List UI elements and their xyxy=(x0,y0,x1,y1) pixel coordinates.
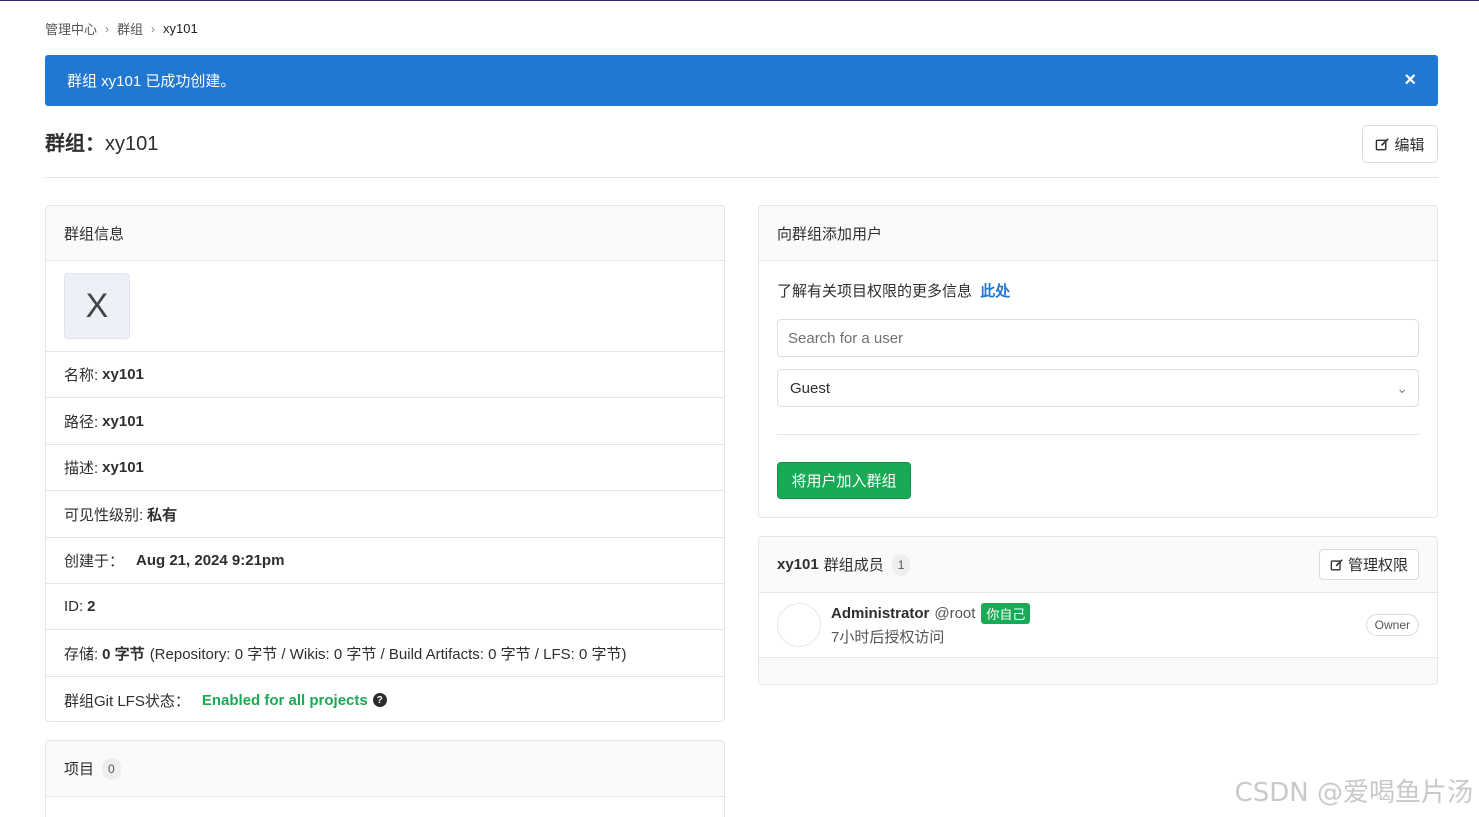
members-footer xyxy=(759,658,1437,684)
permissions-info-link[interactable]: 此处 xyxy=(980,283,1010,300)
edit-icon xyxy=(1330,558,1343,570)
manage-permissions-button[interactable]: 管理权限 xyxy=(1318,549,1419,580)
self-badge: 你自己 xyxy=(981,603,1031,624)
close-icon[interactable]: × xyxy=(1404,69,1416,92)
member-info: Administrator @root 你自己 7小时后授权访问 xyxy=(831,603,1031,647)
form-divider xyxy=(777,434,1419,435)
role-select[interactable]: Guest ⌄ xyxy=(777,369,1419,407)
members-header: xy101 群组成员 1 管理权限 xyxy=(759,537,1437,593)
description-value: xy101 xyxy=(102,459,144,476)
storage-label: 存储: xyxy=(64,645,99,663)
breadcrumb: 管理中心 › 群组 › xy101 xyxy=(45,19,198,38)
user-search-placeholder: Search for a user xyxy=(788,329,904,347)
info-row-created: 创建于： Aug 21, 2024 9:21pm xyxy=(46,538,724,584)
created-label: 创建于： xyxy=(64,553,125,570)
visibility-value: 私有 xyxy=(147,506,178,524)
member-access-subtitle: 7小时后授权访问 xyxy=(831,629,945,646)
group-avatar-row: X xyxy=(46,261,724,352)
name-label: 名称: xyxy=(64,367,99,384)
lfs-value: Enabled for all projects xyxy=(201,691,368,709)
edit-icon xyxy=(1376,137,1390,150)
member-name[interactable]: Administrator xyxy=(831,605,929,622)
member-row[interactable]: Administrator @root 你自己 7小时后授权访问 Owner xyxy=(759,593,1437,658)
add-to-group-label: 将用户加入群组 xyxy=(791,473,897,490)
page-title: 群组：xy101 xyxy=(45,127,158,156)
user-search-input[interactable]: Search for a user xyxy=(777,319,1419,357)
projects-count-badge: 0 xyxy=(102,757,121,780)
members-title: 群组成员 xyxy=(823,557,884,574)
role-select-value: Guest xyxy=(790,379,831,397)
info-row-storage: 存储: 0 字节 (Repository: 0 字节 / Wikis: 0 字节 … xyxy=(46,630,724,677)
flash-message: 群组 xy101 已成功创建。 xyxy=(67,73,236,90)
group-avatar-letter: X xyxy=(85,286,109,325)
members-card: xy101 群组成员 1 管理权限 Administrator @root 你自… xyxy=(758,536,1438,685)
breadcrumb-item-current[interactable]: xy101 xyxy=(163,21,198,36)
projects-header: 项目 0 xyxy=(46,741,724,797)
members-count-badge: 1 xyxy=(891,553,911,576)
storage-detail: (Repository: 0 字节 / Wikis: 0 字节 / Build … xyxy=(149,645,627,663)
info-row-description: 描述: xy101 xyxy=(46,445,724,491)
add-user-header: 向群组添加用户 xyxy=(759,206,1437,261)
info-row-name: 名称: xy101 xyxy=(46,352,724,398)
path-label: 路径: xyxy=(64,413,99,431)
members-group-name: xy101 xyxy=(777,556,819,573)
info-row-visibility: 可见性级别: 私有 xyxy=(46,491,724,538)
member-name-line: Administrator @root 你自己 xyxy=(831,603,1031,624)
id-label: ID: xyxy=(64,598,84,615)
permissions-info-text: 了解有关项目权限的更多信息 xyxy=(777,283,973,300)
chevron-down-icon: ⌄ xyxy=(1396,379,1408,396)
description-label: 描述: xyxy=(64,460,99,477)
role-badge: Owner xyxy=(1365,614,1419,636)
page-title-prefix: 群组： xyxy=(45,133,105,155)
edit-button[interactable]: 编辑 xyxy=(1362,125,1438,163)
lfs-label: 群组Git LFS状态： xyxy=(64,692,190,710)
page-title-name: xy101 xyxy=(105,133,159,155)
name-value: xy101 xyxy=(102,366,144,383)
flash-notice: 群组 xy101 已成功创建。 × xyxy=(45,55,1438,106)
divider xyxy=(45,177,1438,178)
avatar[interactable] xyxy=(777,603,821,647)
add-to-group-button[interactable]: 将用户加入群组 xyxy=(777,462,911,499)
visibility-label: 可见性级别: xyxy=(64,506,144,524)
group-info-header: 群组信息 xyxy=(46,206,724,261)
info-row-path: 路径: xy101 xyxy=(46,398,724,445)
chevron-right-icon: › xyxy=(105,21,110,36)
edit-button-label: 编辑 xyxy=(1394,136,1425,154)
group-info-title: 群组信息 xyxy=(64,225,125,243)
projects-title: 项目 xyxy=(64,761,95,778)
info-row-id: ID: 2 xyxy=(46,584,724,630)
id-value: 2 xyxy=(87,598,96,615)
created-value: Aug 21, 2024 9:21pm xyxy=(136,552,285,569)
add-user-card: 向群组添加用户 了解有关项目权限的更多信息 此处 Search for a us… xyxy=(758,205,1438,518)
projects-card: 项目 0 xyxy=(45,740,725,817)
member-username: @root xyxy=(934,605,976,622)
storage-value: 0 字节 xyxy=(102,645,145,663)
group-avatar: X xyxy=(64,273,130,339)
breadcrumb-item-groups[interactable]: 群组 xyxy=(117,19,143,38)
chevron-right-icon: › xyxy=(151,21,156,36)
info-row-lfs: 群组Git LFS状态： Enabled for all projects ? xyxy=(46,677,724,721)
add-user-title: 向群组添加用户 xyxy=(777,225,883,243)
watermark: CSDN @爱喝鱼片汤 xyxy=(1234,778,1473,808)
breadcrumb-item-admin[interactable]: 管理中心 xyxy=(45,19,97,38)
path-value: xy101 xyxy=(102,412,144,430)
question-circle-icon[interactable]: ? xyxy=(372,693,387,707)
manage-permissions-label: 管理权限 xyxy=(1347,557,1408,574)
permissions-info: 了解有关项目权限的更多信息 此处 xyxy=(777,280,1010,301)
group-info-card: 群组信息 X 名称: xy101 路径: xy101 描述: xy101 可见性级别:… xyxy=(45,205,725,722)
